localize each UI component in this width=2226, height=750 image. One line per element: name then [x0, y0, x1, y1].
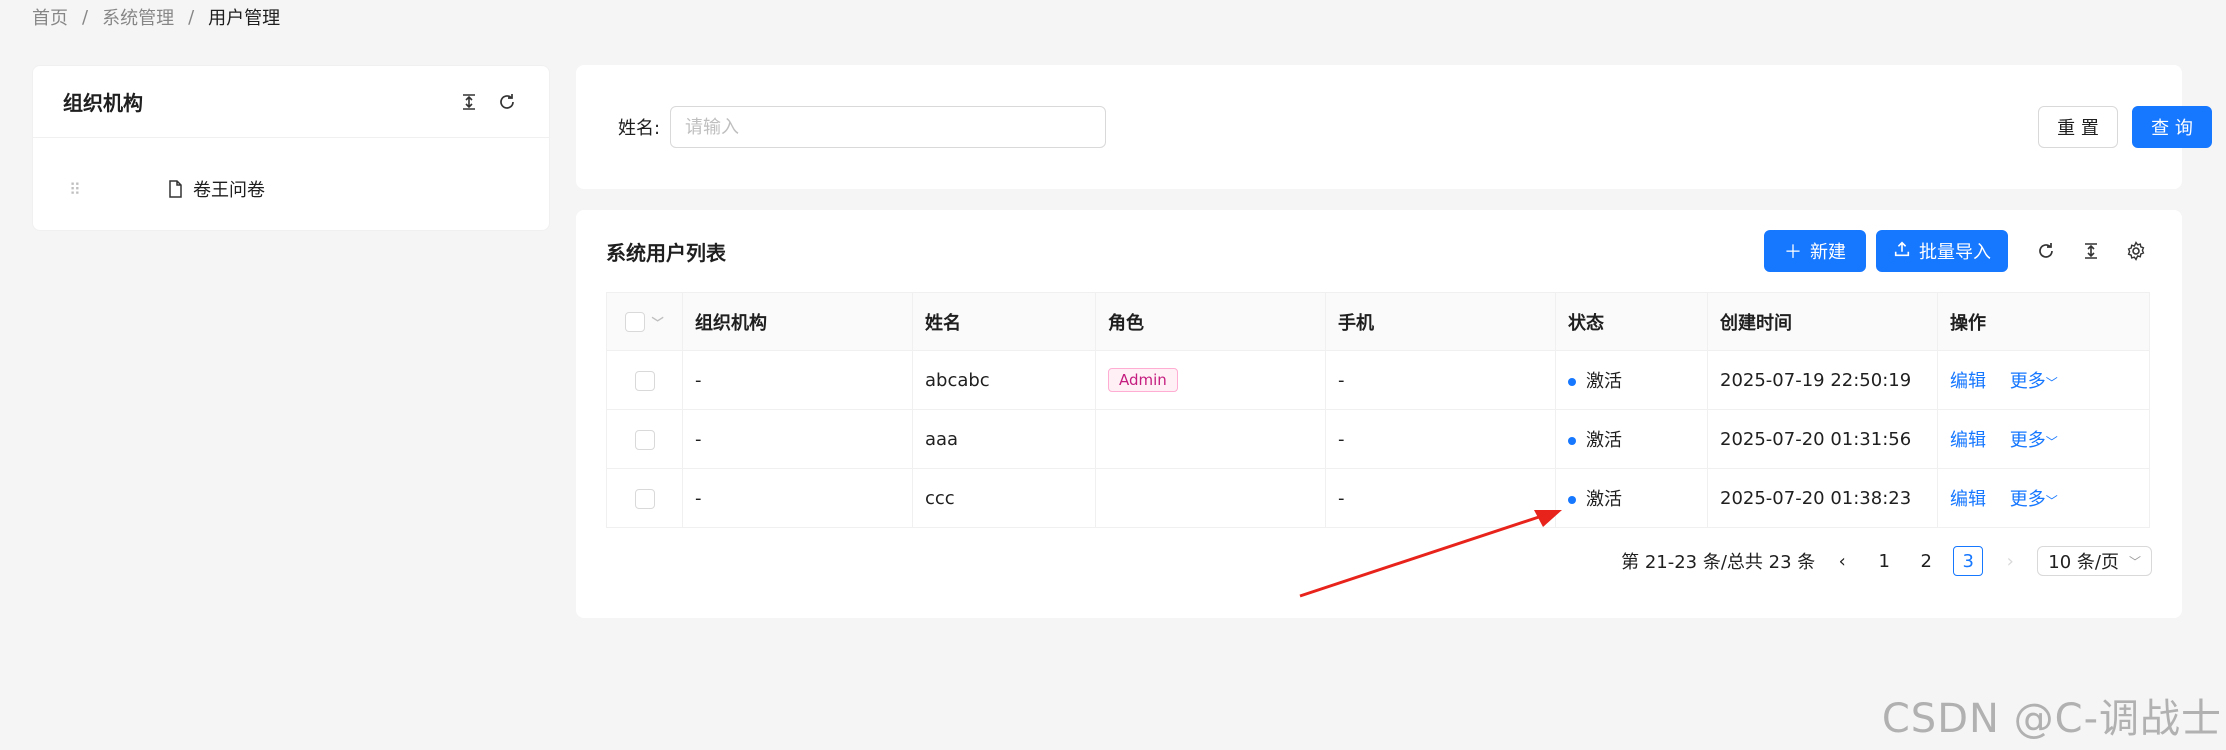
row-checkbox[interactable]	[634, 488, 655, 509]
reload-icon[interactable]	[2034, 239, 2058, 263]
column-header-role[interactable]: 角色	[1095, 292, 1326, 351]
page-2[interactable]: 2	[1911, 546, 1941, 576]
cell-name: ccc	[912, 468, 1096, 528]
cell-created: 2025-07-20 01:38:23	[1707, 468, 1938, 528]
org-panel-title: 组织机构	[63, 91, 143, 115]
cell-phone: -	[1325, 350, 1556, 410]
cell-name: abcabc	[912, 350, 1096, 410]
role-tag: Admin	[1108, 368, 1178, 392]
cell-created: 2025-07-19 22:50:19	[1707, 350, 1938, 410]
column-header-org[interactable]: 组织机构	[682, 292, 913, 351]
list-title: 系统用户列表	[606, 241, 726, 265]
batch-import-button[interactable]: 批量导入	[1876, 230, 2008, 272]
refresh-icon[interactable]	[495, 90, 519, 114]
breadcrumb: 首页 / 系统管理 / 用户管理	[32, 4, 280, 30]
chevron-down-icon: ﹀	[2045, 435, 2058, 449]
breadcrumb-current: 用户管理	[208, 8, 281, 29]
pagination: 第 21-23 条/总共 23 条 ‹ 1 2 3 › 10 条/页 ﹀	[1621, 546, 2152, 576]
breadcrumb-parent[interactable]: 系统管理	[102, 4, 174, 30]
status-text: 激活	[1586, 371, 1622, 392]
tree-item[interactable]: ⠿ 卷王问卷	[69, 176, 265, 202]
prev-page-icon[interactable]: ‹	[1827, 546, 1857, 576]
plus-icon: ＋	[1784, 242, 1802, 263]
cell-org: -	[682, 409, 913, 469]
page-3[interactable]: 3	[1953, 546, 1984, 576]
select-all-cell: ﹀	[606, 292, 683, 351]
column-header-status[interactable]: 状态	[1555, 292, 1708, 351]
tree-node-label: 卷王问卷	[193, 180, 265, 201]
status-text: 激活	[1586, 489, 1622, 510]
status-dot	[1568, 378, 1576, 386]
column-header-actions: 操作	[1937, 292, 2150, 351]
edit-link[interactable]: 编辑	[1950, 489, 1986, 510]
watermark: CSDN @C-调战士	[1881, 696, 2222, 742]
status-dot	[1568, 496, 1576, 504]
status-dot	[1568, 437, 1576, 445]
name-input[interactable]	[670, 106, 1106, 148]
cell-org: -	[682, 350, 913, 410]
cell-role	[1095, 468, 1326, 528]
table-row: - ccc - 激活 2025-07-20 01:38:23 编辑 更多﹀	[606, 468, 2150, 528]
edit-link[interactable]: 编辑	[1950, 430, 1986, 451]
density-icon[interactable]	[2079, 239, 2103, 263]
chevron-down-icon: ﹀	[2045, 376, 2058, 390]
more-link[interactable]: 更多﹀	[2010, 371, 2058, 392]
row-checkbox[interactable]	[634, 429, 655, 450]
expand-icon[interactable]	[457, 90, 481, 114]
org-panel: 组织机构 ⠿ 卷王问卷	[32, 65, 550, 231]
breadcrumb-separator: /	[82, 6, 89, 28]
cell-org: -	[682, 468, 913, 528]
drag-handle-icon[interactable]: ⠿	[69, 180, 109, 199]
settings-icon[interactable]	[2124, 239, 2148, 263]
select-all-checkbox[interactable]	[625, 312, 646, 332]
table-row: - aaa - 激活 2025-07-20 01:31:56 编辑 更多﹀	[606, 409, 2150, 469]
search-panel: 姓名: 重 置 查 询	[576, 65, 2212, 189]
table-row: - abcabc Admin - 激活 2025-07-19 22:50:19 …	[606, 350, 2150, 410]
org-panel-header: 组织机构	[33, 66, 549, 138]
table-header-row: ﹀ 组织机构 姓名 角色 手机 状态 创建时间 操作	[606, 292, 2150, 351]
file-icon	[163, 177, 187, 201]
breadcrumb-separator: /	[188, 6, 195, 28]
pagination-summary: 第 21-23 条/总共 23 条	[1621, 552, 1816, 573]
upload-icon	[1893, 240, 1911, 263]
page-size-select[interactable]: 10 条/页 ﹀	[2037, 546, 2152, 576]
page-1[interactable]: 1	[1869, 546, 1899, 576]
batch-import-label: 批量导入	[1919, 242, 1991, 263]
name-label: 姓名:	[618, 118, 661, 139]
add-button-label: 新建	[1810, 242, 1846, 263]
add-button[interactable]: ＋ 新建	[1764, 230, 1866, 272]
next-page-icon[interactable]: ›	[1995, 546, 2025, 576]
cell-phone: -	[1325, 409, 1556, 469]
more-link-label: 更多	[2009, 489, 2046, 510]
column-header-phone[interactable]: 手机	[1325, 292, 1556, 351]
chevron-down-icon[interactable]: ﹀	[652, 316, 664, 330]
page-size-value: 10 条/页	[2048, 552, 2119, 573]
more-link[interactable]: 更多﹀	[2010, 430, 2058, 451]
edit-link[interactable]: 编辑	[1950, 371, 1986, 392]
chevron-down-icon: ﹀	[2045, 494, 2058, 508]
column-header-name[interactable]: 姓名	[912, 292, 1096, 351]
cell-phone: -	[1325, 468, 1556, 528]
cell-created: 2025-07-20 01:31:56	[1707, 409, 1938, 469]
cell-role	[1095, 409, 1326, 469]
breadcrumb-home[interactable]: 首页	[32, 4, 68, 30]
user-table: ﹀ 组织机构 姓名 角色 手机 状态 创建时间 操作 - abcabc Admi…	[606, 292, 2150, 528]
query-button[interactable]: 查 询	[2132, 106, 2212, 148]
cell-name: aaa	[912, 409, 1096, 469]
more-link-label: 更多	[2009, 430, 2046, 451]
reset-button[interactable]: 重 置	[2038, 106, 2118, 148]
user-list-panel: 系统用户列表 ＋ 新建 批量导入 ﹀ 组织机构 姓名 角色 手机 状态 创建时间…	[576, 210, 2182, 618]
column-header-created[interactable]: 创建时间	[1707, 292, 1938, 351]
more-link[interactable]: 更多﹀	[2010, 489, 2058, 510]
row-checkbox[interactable]	[634, 370, 655, 391]
more-link-label: 更多	[2009, 371, 2046, 392]
chevron-down-icon: ﹀	[2128, 554, 2141, 569]
status-text: 激活	[1586, 430, 1622, 451]
